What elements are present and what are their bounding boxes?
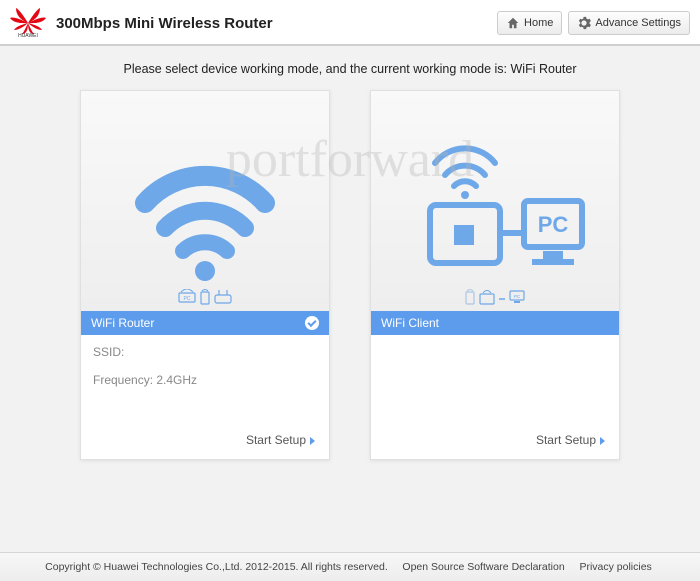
router-mode-bar: WiFi Router bbox=[81, 311, 329, 335]
client-icon: PC bbox=[400, 133, 590, 283]
home-button[interactable]: Home bbox=[497, 11, 562, 35]
phone-mini-icon bbox=[465, 289, 475, 305]
instruction-text: Please select device working mode, and t… bbox=[0, 46, 700, 90]
footer: Copyright © Huawei Technologies Co.,Ltd.… bbox=[0, 552, 700, 581]
frequency-row: Frequency: 2.4GHz bbox=[93, 373, 317, 387]
check-icon bbox=[305, 316, 319, 330]
open-source-link[interactable]: Open Source Software Declaration bbox=[402, 561, 564, 573]
pc-mini-icon: PC bbox=[178, 289, 196, 305]
svg-text:HUAWEI: HUAWEI bbox=[18, 33, 38, 38]
advance-settings-label: Advance Settings bbox=[595, 17, 681, 29]
client-card-body bbox=[371, 335, 619, 433]
ssid-label: SSID: bbox=[93, 345, 124, 359]
svg-text:PC: PC bbox=[184, 296, 191, 302]
client-mode-bar: WiFi Client bbox=[371, 311, 619, 335]
router-start-setup-label: Start Setup bbox=[246, 433, 306, 447]
client-mode-label: WiFi Client bbox=[381, 316, 439, 330]
pc-mini-icon: PC bbox=[509, 289, 525, 305]
router-start-setup[interactable]: Start Setup bbox=[81, 433, 329, 459]
mode-cards: PC WiFi Router SSID: Frequency: 2.4GHz S… bbox=[0, 90, 700, 460]
privacy-link[interactable]: Privacy policies bbox=[579, 561, 651, 573]
page-title: 300Mbps Mini Wireless Router bbox=[56, 15, 491, 32]
gear-icon bbox=[577, 16, 591, 30]
home-icon bbox=[506, 16, 520, 30]
wifi-icon bbox=[125, 133, 285, 283]
arrow-right-icon bbox=[310, 437, 315, 445]
router-mode-label: WiFi Router bbox=[91, 316, 154, 330]
mode-card-client[interactable]: PC PC WiFi Client Start Setup bbox=[370, 90, 620, 460]
client-illustration: PC PC bbox=[371, 91, 619, 311]
home-button-label: Home bbox=[524, 17, 553, 29]
router-mini-icons: PC bbox=[178, 289, 232, 305]
svg-text:PC: PC bbox=[514, 294, 521, 299]
phone-mini-icon bbox=[200, 289, 210, 305]
huawei-logo-icon: HUAWEI bbox=[10, 8, 46, 38]
link-mini-icon bbox=[499, 289, 505, 305]
arrow-right-icon bbox=[600, 437, 605, 445]
header: HUAWEI 300Mbps Mini Wireless Router Home… bbox=[0, 0, 700, 46]
copyright-text: Copyright © Huawei Technologies Co.,Ltd.… bbox=[45, 561, 388, 573]
ssid-row: SSID: bbox=[93, 345, 317, 359]
client-start-setup-label: Start Setup bbox=[536, 433, 596, 447]
svg-text:PC: PC bbox=[538, 212, 569, 237]
mode-card-router[interactable]: PC WiFi Router SSID: Frequency: 2.4GHz S… bbox=[80, 90, 330, 460]
router-card-body: SSID: Frequency: 2.4GHz bbox=[81, 335, 329, 433]
router-box-mini-icon bbox=[479, 289, 495, 305]
router-illustration: PC bbox=[81, 91, 329, 311]
advance-settings-button[interactable]: Advance Settings bbox=[568, 11, 690, 35]
client-start-setup[interactable]: Start Setup bbox=[371, 433, 619, 459]
router-mini-icon bbox=[214, 289, 232, 305]
client-mini-icons: PC bbox=[465, 289, 525, 305]
